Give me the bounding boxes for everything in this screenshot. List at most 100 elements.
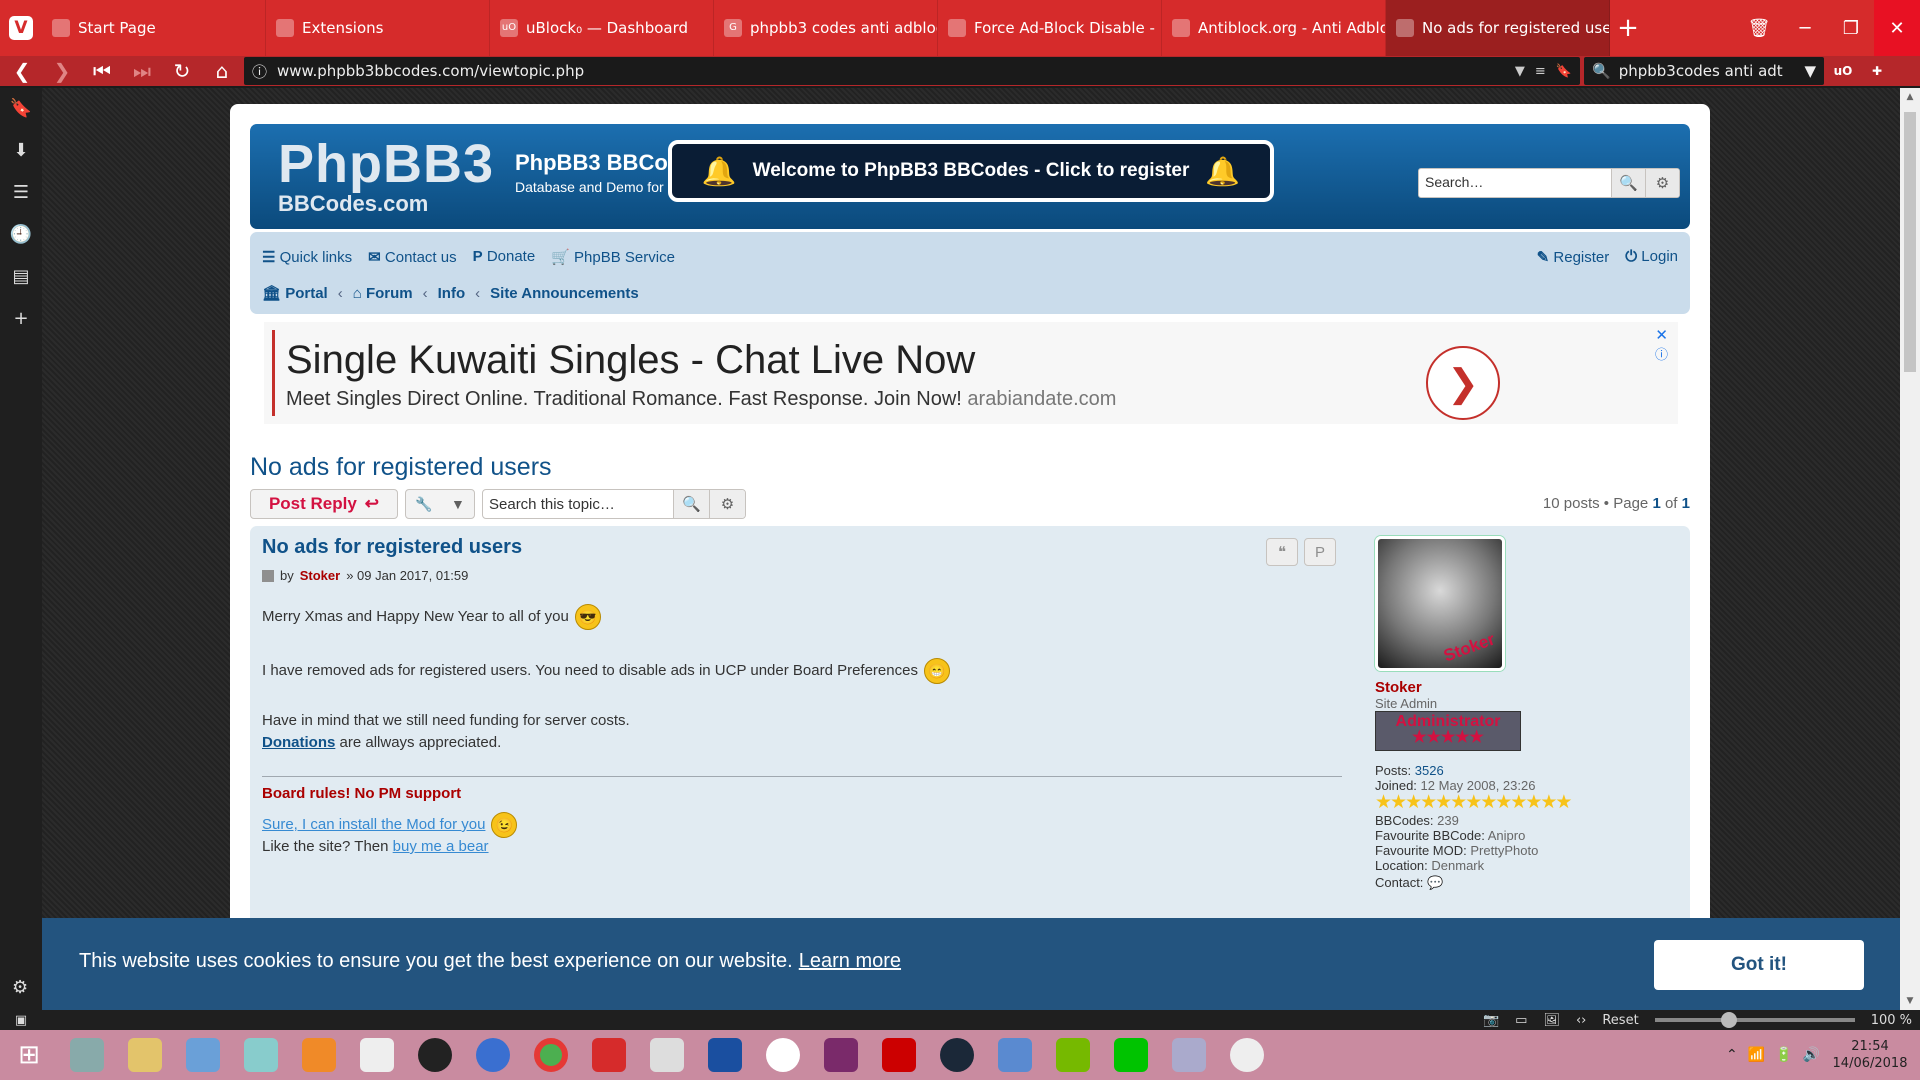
donations-link[interactable]: Donations <box>262 734 335 751</box>
calculator-icon[interactable] <box>638 1030 696 1080</box>
game-icon[interactable] <box>406 1030 464 1080</box>
notepad-icon[interactable] <box>232 1030 290 1080</box>
file-explorer-icon[interactable] <box>116 1030 174 1080</box>
gear-app-icon[interactable] <box>1218 1030 1276 1080</box>
network-signal-icon[interactable]: 📶 <box>1748 1047 1765 1063</box>
crumb-site-announcements[interactable]: Site Announcements <box>490 285 639 302</box>
url-text[interactable]: www.phpbb3bbcodes.com/viewtopic.php <box>277 62 1505 80</box>
control-panel-icon[interactable] <box>174 1030 232 1080</box>
tray-expand-icon[interactable]: ⌃ <box>1726 1047 1738 1063</box>
tab-start-page[interactable]: Start Page <box>42 0 266 56</box>
ad-arrow-button[interactable]: ❯ <box>1426 346 1500 420</box>
ad-text[interactable]: Meet Singles Direct Online. Traditional … <box>286 388 1116 411</box>
forward-button[interactable]: ❯ <box>44 57 80 85</box>
install-mod-link[interactable]: Sure, I can install the Mod for you <box>262 816 485 833</box>
code-icon[interactable]: ‹› <box>1576 1013 1586 1028</box>
new-tab-button[interactable]: + <box>1610 0 1646 56</box>
paypal-donate-button[interactable]: P <box>1304 538 1336 566</box>
profile-username[interactable]: Stoker <box>1375 679 1675 696</box>
scroll-down-arrow-icon[interactable]: ▼ <box>1900 992 1920 1010</box>
crumb-portal[interactable]: 🏛 Portal <box>262 284 328 302</box>
camera-icon[interactable]: 📷 <box>1483 1013 1499 1028</box>
contact-us-link[interactable]: ✉ Contact us <box>368 248 456 266</box>
post-author-link[interactable]: Stoker <box>300 568 340 583</box>
image-icon[interactable]: 🖼 <box>1543 1013 1560 1028</box>
phpbb-service-link[interactable]: 🛒 PhpBB Service <box>551 248 675 266</box>
advertisement[interactable]: Single Kuwaiti Singles - Chat Live Now M… <box>264 322 1678 424</box>
search-engine-icon[interactable]: 🔍 <box>1592 62 1611 80</box>
post-reply-button[interactable]: Post Reply ↩ <box>250 489 398 519</box>
battery-icon[interactable]: 🔋 <box>1775 1047 1792 1063</box>
post-title[interactable]: No ads for registered users <box>262 536 522 559</box>
media-player-icon[interactable] <box>290 1030 348 1080</box>
window-panel-icon[interactable]: ▤ <box>7 266 35 287</box>
zoom-slider[interactable] <box>1654 1012 1855 1028</box>
bookmarks-panel-icon[interactable]: 🔖 <box>7 98 35 119</box>
learn-more-link[interactable]: Learn more <box>799 950 901 972</box>
search-dropdown-icon[interactable]: ▼ <box>1804 62 1816 80</box>
search-icon[interactable]: 🔍 <box>673 490 709 518</box>
clipping-tool-icon[interactable] <box>696 1030 754 1080</box>
task-manager-icon[interactable] <box>58 1030 116 1080</box>
site-info-icon[interactable]: ⓘ <box>252 61 267 82</box>
register-link[interactable]: ✎ Register <box>1537 248 1610 266</box>
steam-icon[interactable] <box>928 1030 986 1080</box>
reload-button[interactable]: ↻ <box>164 57 200 85</box>
downloads-panel-icon[interactable]: ⬇ <box>7 140 35 161</box>
chat-bubble-icon[interactable] <box>754 1030 812 1080</box>
crumb-info[interactable]: Info <box>438 285 466 302</box>
keyboard-icon[interactable] <box>1160 1030 1218 1080</box>
topic-search-input[interactable]: Search this topic… <box>483 490 673 518</box>
scrollbar-thumb[interactable] <box>1904 112 1916 372</box>
ad-close-icon[interactable]: ✕ <box>1655 326 1668 344</box>
history-panel-icon[interactable]: 🕘 <box>7 224 35 245</box>
vivaldi-icon[interactable] <box>580 1030 638 1080</box>
tab-ublock-dashboard[interactable]: uO uBlock₀ — Dashboard <box>490 0 714 56</box>
site-logo[interactable]: PhpBB3 BBCodes.com <box>278 136 494 216</box>
tab-google-search[interactable]: Gphpbb3 codes anti adblock - <box>714 0 938 56</box>
home-button[interactable]: ⌂ <box>204 57 240 85</box>
url-field[interactable]: ⓘ www.phpbb3bbcodes.com/viewtopic.php ▼ … <box>244 57 1580 85</box>
trash-icon[interactable]: 🗑 <box>1736 0 1782 56</box>
header-search-input[interactable]: Search… <box>1419 169 1611 197</box>
advanced-search-gear-icon[interactable]: ⚙ <box>709 490 745 518</box>
tile-icon[interactable]: ▭ <box>1515 1013 1527 1028</box>
shield-extension-icon[interactable]: ✚ <box>1862 57 1892 85</box>
login-link[interactable]: ⏻ Login <box>1625 248 1678 266</box>
tab-force-adblock[interactable]: Force Ad-Block Disable - Php <box>938 0 1162 56</box>
globe-browser-icon[interactable] <box>464 1030 522 1080</box>
crumb-forum[interactable]: ⌂ Forum <box>353 285 413 302</box>
scroll-up-arrow-icon[interactable]: ▲ <box>1900 88 1920 106</box>
tab-extensions[interactable]: Extensions <box>266 0 490 56</box>
reader-view-icon[interactable]: ≡ <box>1535 64 1546 79</box>
maximize-button[interactable]: ❐ <box>1828 0 1874 56</box>
topic-tools-dropdown[interactable]: 🔧 ▼ <box>405 489 475 519</box>
line-app-icon[interactable] <box>1102 1030 1160 1080</box>
zoom-reset-button[interactable]: Reset <box>1602 1013 1638 1028</box>
chrome-icon[interactable] <box>522 1030 580 1080</box>
page-scrollbar[interactable]: ▲ ▼ <box>1900 88 1920 1010</box>
vivaldi-menu-button[interactable]: V <box>0 0 42 56</box>
browser-search-field[interactable]: 🔍 phpbb3codes anti adt ▼ <box>1584 57 1824 85</box>
panel-toggle-icon[interactable]: ▣ <box>0 1013 42 1028</box>
add-web-panel-icon[interactable]: + <box>7 308 35 329</box>
donate-link[interactable]: P Donate <box>473 248 536 266</box>
post-icon[interactable] <box>262 569 274 582</box>
profile-posts-count[interactable]: 3526 <box>1415 763 1444 778</box>
remote-desktop-icon[interactable] <box>986 1030 1044 1080</box>
close-window-button[interactable]: ✕ <box>1874 0 1920 56</box>
rewind-button[interactable]: ⏮ <box>84 57 120 85</box>
settings-gear-icon[interactable]: ⚙ <box>12 977 28 998</box>
fast-forward-button[interactable]: ⏭ <box>124 57 160 85</box>
advanced-search-gear-icon[interactable]: ⚙ <box>1645 169 1679 197</box>
url-dropdown-icon[interactable]: ▼ <box>1515 64 1525 79</box>
welcome-register-banner[interactable]: 🔔 Welcome to PhpBB3 BBCodes - Click to r… <box>668 140 1274 202</box>
calendar-icon[interactable] <box>348 1030 406 1080</box>
quick-links-menu[interactable]: ☰ Quick links <box>262 248 352 266</box>
contact-bubble-icon[interactable]: 💬 <box>1427 875 1443 890</box>
tab-no-ads[interactable]: No ads for registered users <box>1386 0 1610 56</box>
garena-icon[interactable] <box>870 1030 928 1080</box>
volume-icon[interactable]: 🔊 <box>1803 1047 1820 1063</box>
quote-button[interactable]: ❝ <box>1266 538 1298 566</box>
topic-title[interactable]: No ads for registered users <box>250 453 552 482</box>
